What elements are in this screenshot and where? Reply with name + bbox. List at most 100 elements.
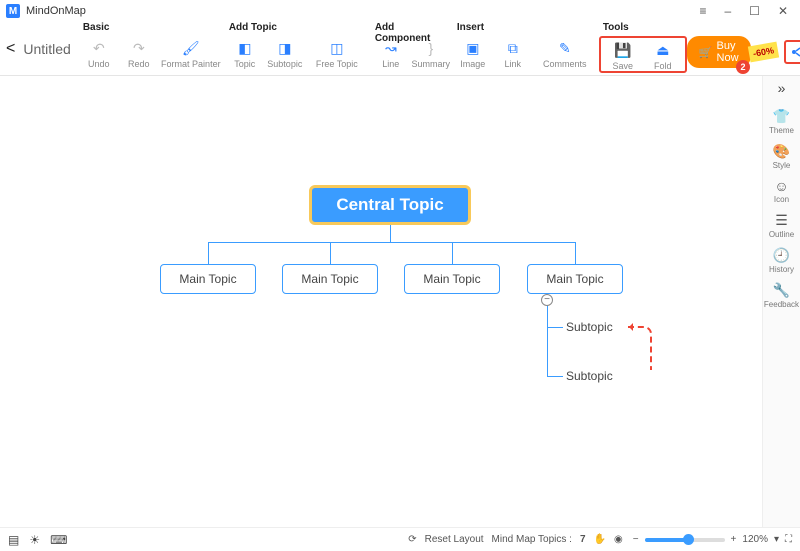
- zoom-level: 120%: [742, 534, 768, 545]
- button-label: Fold: [654, 61, 672, 71]
- eye-tool-icon[interactable]: ◉: [614, 534, 623, 545]
- link-icon: ⧉: [498, 38, 528, 58]
- share-export-group: [784, 40, 800, 64]
- sidebar-theme[interactable]: 👕Theme: [764, 104, 799, 139]
- main-topic[interactable]: Main Topic: [527, 264, 623, 294]
- main-topic[interactable]: Main Topic: [404, 264, 500, 294]
- central-topic[interactable]: Central Topic: [310, 186, 470, 224]
- cart-icon: 🛒: [699, 46, 713, 59]
- comments-icon: ✎: [550, 38, 580, 58]
- sidebar-style[interactable]: 🎨Style: [764, 139, 799, 174]
- zoom-in-button[interactable]: +: [731, 534, 737, 545]
- sidebar-history[interactable]: 🕘History: [764, 243, 799, 278]
- ribbon-group-add-topic: Add Topic◧Topic◨Subtopic◫Free Topic: [225, 22, 369, 73]
- line-button[interactable]: ↝Line: [371, 36, 411, 69]
- connector: [330, 242, 331, 264]
- document-header: < Untitled: [6, 22, 71, 58]
- main-topic[interactable]: Main Topic: [160, 264, 256, 294]
- topic-icon: ◧: [230, 38, 260, 58]
- group-label: Basic: [79, 22, 223, 36]
- format-painter-button[interactable]: 🖌Format Painter: [159, 36, 223, 69]
- collapse-sidebar-icon[interactable]: »: [778, 80, 786, 96]
- connector: [575, 242, 576, 264]
- presentation-icon[interactable]: ▤: [8, 533, 19, 547]
- subtopic[interactable]: Subtopic: [566, 320, 613, 334]
- image-icon: ▣: [458, 38, 488, 58]
- connector: [390, 224, 391, 242]
- undo-button[interactable]: ↶Undo: [79, 36, 119, 69]
- fold-button[interactable]: ⏏Fold: [643, 38, 683, 71]
- reset-layout-label[interactable]: Reset Layout: [425, 534, 484, 545]
- save-button[interactable]: 💾Save: [603, 38, 643, 71]
- button-label: Free Topic: [316, 59, 358, 69]
- save-icon: 💾: [608, 40, 638, 60]
- statusbar: ▤ ☀ ⌨ ⟳ Reset Layout Mind Map Topics : 7…: [0, 527, 800, 551]
- history-icon: 🕘: [773, 247, 790, 264]
- brightness-icon[interactable]: ☀: [29, 533, 40, 547]
- button-label: Subtopic: [267, 59, 302, 69]
- connector: [452, 242, 453, 264]
- link-button[interactable]: ⧉Link: [493, 36, 533, 69]
- canvas[interactable]: Central Topic Main Topic Main Topic Main…: [0, 76, 762, 527]
- line-icon: ↝: [376, 38, 406, 58]
- ribbon-group-basic: Basic↶Undo↷Redo🖌Format Painter: [79, 22, 223, 73]
- image-button[interactable]: ▣Image: [453, 36, 493, 69]
- reset-layout-icon[interactable]: ⟳: [408, 534, 416, 545]
- connector: [208, 242, 209, 264]
- keyboard-icon[interactable]: ⌨: [50, 533, 67, 547]
- button-label: Summary: [412, 59, 451, 69]
- topics-count: 7: [580, 534, 586, 545]
- topic-button[interactable]: ◧Topic: [225, 36, 265, 69]
- zoom-slider[interactable]: [645, 538, 725, 542]
- buy-label: Buy Now: [717, 40, 739, 64]
- ribbon-group-tools: Tools💾Save⏏Fold: [599, 22, 687, 73]
- summary-button[interactable]: }Summary: [411, 36, 451, 69]
- button-label: Format Painter: [161, 59, 221, 69]
- document-title[interactable]: Untitled: [23, 41, 70, 57]
- app-logo: M: [6, 4, 20, 18]
- back-button[interactable]: <: [6, 40, 15, 58]
- free-topic-button[interactable]: ◫Free Topic: [305, 36, 369, 69]
- app-title: MindOnMap: [26, 5, 86, 17]
- sidebar-outline[interactable]: ☰Outline: [764, 208, 799, 243]
- topics-label: Mind Map Topics :: [492, 534, 572, 545]
- button-label: Comments: [543, 59, 587, 69]
- ribbon-group-add-component: Add Component↝Line}Summary: [371, 22, 451, 73]
- zoom-out-button[interactable]: −: [633, 534, 639, 545]
- window-controls: ≡ – ☐ ✕: [699, 4, 794, 18]
- button-label: Undo: [88, 59, 110, 69]
- close-button[interactable]: ✕: [778, 4, 788, 18]
- theme-icon: 👕: [773, 108, 790, 125]
- right-sidebar: » 👕Theme🎨Style☺Icon☰Outline🕘History🔧Feed…: [762, 76, 800, 527]
- connector: [208, 242, 576, 243]
- free-topic-icon: ◫: [322, 38, 352, 58]
- zoom-dropdown-icon[interactable]: ▾: [774, 534, 779, 545]
- subtopic[interactable]: Subtopic: [566, 369, 613, 383]
- button-label: Image: [460, 59, 485, 69]
- redo-button[interactable]: ↷Redo: [119, 36, 159, 69]
- summary-icon: }: [416, 38, 446, 58]
- sidebar-label: Icon: [774, 195, 789, 204]
- connector: [547, 327, 563, 328]
- main-topic[interactable]: Main Topic: [282, 264, 378, 294]
- sidebar-label: Outline: [769, 230, 794, 239]
- hand-tool-icon[interactable]: ✋: [594, 534, 606, 545]
- format-painter-icon: 🖌: [176, 38, 206, 58]
- outline-icon: ☰: [775, 212, 788, 229]
- titlebar: M MindOnMap ≡ – ☐ ✕: [0, 0, 800, 22]
- maximize-button[interactable]: ☐: [749, 4, 760, 18]
- sidebar-label: Theme: [769, 126, 794, 135]
- sidebar-icon[interactable]: ☺Icon: [764, 174, 799, 208]
- sidebar-feedback[interactable]: 🔧Feedback: [764, 278, 799, 313]
- ribbon-group-insert: Insert▣Image⧉Link✎Comments: [453, 22, 597, 73]
- subtopic-button[interactable]: ◨Subtopic: [265, 36, 305, 69]
- callout-2: 2: [736, 60, 750, 74]
- share-icon[interactable]: [790, 44, 800, 60]
- group-label: Insert: [453, 22, 597, 36]
- comments-button[interactable]: ✎Comments: [533, 36, 597, 69]
- fit-screen-icon[interactable]: ⛶: [785, 534, 792, 545]
- menu-icon[interactable]: ≡: [699, 4, 706, 18]
- minimize-button[interactable]: –: [724, 4, 731, 18]
- collapse-toggle[interactable]: −: [541, 294, 553, 306]
- toolbar: < Untitled Basic↶Undo↷Redo🖌Format Painte…: [0, 22, 800, 76]
